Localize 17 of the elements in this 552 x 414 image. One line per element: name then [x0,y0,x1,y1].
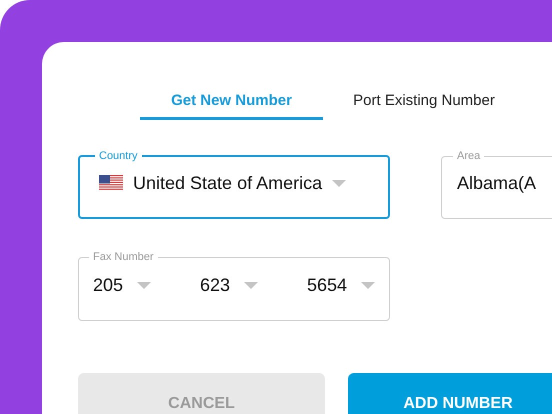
flag-icon [99,175,123,191]
caret-icon [360,282,375,288]
field-value: 205 [93,274,124,296]
field-label: Country [98,149,139,163]
caret-icon [137,282,152,288]
caret-icon [332,180,346,186]
field-value: Albama(A [457,173,536,194]
field-value: 623 [200,274,230,296]
field-label: Fax Number [92,250,155,264]
caret-icon [244,282,258,288]
field-value: United State of America [133,172,322,194]
area-field[interactable]: Area Albama(A [441,149,552,219]
country-field[interactable]: Country United State of America [78,149,390,219]
field-label: Area [456,149,482,163]
tab[interactable]: Port Existing Number [329,90,519,120]
fax-number-field[interactable]: Fax Number 205 623 5654 [78,250,390,321]
field-value: 5654 [306,274,347,296]
